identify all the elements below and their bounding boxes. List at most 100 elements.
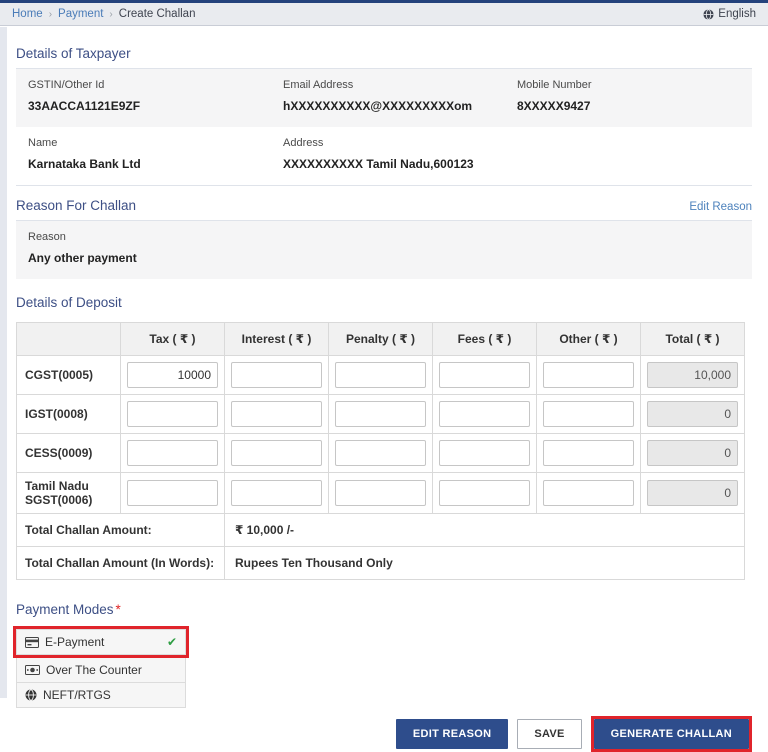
cess-interest-input[interactable] [231, 440, 322, 466]
mobile-field: Mobile Number 8XXXXX9427 [517, 79, 740, 113]
payment-mode-label: E-Payment [45, 635, 104, 649]
payment-mode-label: NEFT/RTGS [43, 688, 111, 702]
breadcrumb: Home › Payment › Create Challan [12, 8, 195, 20]
epayment-annotation-box: E-Payment ✔ [13, 626, 189, 658]
cgst-interest-input[interactable] [231, 362, 322, 388]
email-field: Email Address hXXXXXXXXXX@XXXXXXXXXom [283, 79, 517, 113]
edit-reason-link[interactable]: Edit Reason [689, 201, 752, 213]
igst-tax-input[interactable] [127, 401, 218, 427]
igst-other-input[interactable] [543, 401, 634, 427]
reason-section-header: Reason For Challan Edit Reason [16, 198, 752, 221]
page-left-gutter [0, 27, 7, 698]
banknote-icon [25, 665, 40, 675]
breadcrumb-home[interactable]: Home [12, 8, 43, 20]
cess-tax-input[interactable] [127, 440, 218, 466]
igst-fees-input[interactable] [439, 401, 530, 427]
name-field: Name Karnataka Bank Ltd [28, 137, 283, 171]
sgst-tax-input[interactable] [127, 480, 218, 506]
deposit-row-cgst: CGST(0005) [17, 356, 745, 395]
deposit-row-igst: IGST(0008) [17, 395, 745, 434]
row-label-igst: IGST(0008) [17, 395, 121, 434]
breadcrumb-current: Create Challan [119, 8, 196, 20]
payment-mode-neft-rtgs[interactable]: NEFT/RTGS [16, 682, 186, 708]
taxpayer-panel: GSTIN/Other Id 33AACCA1121E9ZF Email Add… [16, 69, 752, 127]
globe-icon [703, 9, 714, 20]
cgst-tax-input[interactable] [127, 362, 218, 388]
name-value: Karnataka Bank Ltd [28, 157, 283, 171]
sgst-other-input[interactable] [543, 480, 634, 506]
gstin-field: GSTIN/Other Id 33AACCA1121E9ZF [28, 79, 283, 113]
col-header-interest: Interest ( ₹ ) [225, 323, 329, 356]
generate-challan-button[interactable]: GENERATE CHALLAN [594, 719, 749, 749]
name-label: Name [28, 137, 283, 149]
payment-mode-epayment[interactable]: E-Payment ✔ [16, 629, 186, 655]
credit-card-icon [25, 637, 39, 648]
total-amount-row: Total Challan Amount: ₹ 10,000 /- [17, 514, 745, 547]
required-asterisk: * [116, 602, 121, 617]
language-label: English [718, 8, 756, 20]
address-field: Address XXXXXXXXXX Tamil Nadu,600123 [283, 137, 517, 171]
footer-actions: EDIT REASON SAVE GENERATE CHALLAN [16, 716, 752, 752]
payment-mode-label: Over The Counter [46, 663, 142, 677]
reason-value: Any other payment [28, 251, 740, 265]
total-amount-label: Total Challan Amount: [17, 514, 225, 547]
igst-total-output [647, 401, 738, 427]
cess-fees-input[interactable] [439, 440, 530, 466]
payment-mode-list: E-Payment ✔ Over The Counter NEFT/RTGS [16, 626, 196, 708]
cess-total-output [647, 440, 738, 466]
cgst-total-output [647, 362, 738, 388]
breadcrumb-separator: › [109, 9, 112, 20]
selected-check-icon: ✔ [167, 635, 177, 649]
cgst-other-input[interactable] [543, 362, 634, 388]
deposit-table: Tax ( ₹ ) Interest ( ₹ ) Penalty ( ₹ ) F… [16, 322, 745, 580]
row-label-cgst: CGST(0005) [17, 356, 121, 395]
cgst-penalty-input[interactable] [335, 362, 426, 388]
gstin-value: 33AACCA1121E9ZF [28, 99, 283, 113]
breadcrumb-separator: › [49, 9, 52, 20]
mobile-value: 8XXXXX9427 [517, 99, 740, 113]
section-title-deposit: Details of Deposit [16, 295, 752, 310]
mobile-label: Mobile Number [517, 79, 740, 91]
email-value: hXXXXXXXXXX@XXXXXXXXXom [283, 99, 517, 113]
address-label: Address [283, 137, 517, 149]
col-header-blank [17, 323, 121, 356]
col-header-total: Total ( ₹ ) [641, 323, 745, 356]
breadcrumb-bar: Home › Payment › Create Challan English [0, 3, 768, 26]
breadcrumb-payment[interactable]: Payment [58, 8, 103, 20]
total-words-row: Total Challan Amount (In Words): Rupees … [17, 547, 745, 580]
sgst-penalty-input[interactable] [335, 480, 426, 506]
deposit-row-cess: CESS(0009) [17, 434, 745, 473]
total-words-label: Total Challan Amount (In Words): [17, 547, 225, 580]
section-title-reason: Reason For Challan [16, 198, 136, 213]
save-button[interactable]: SAVE [517, 719, 581, 749]
cess-penalty-input[interactable] [335, 440, 426, 466]
taxpayer-name-row: Name Karnataka Bank Ltd Address XXXXXXXX… [16, 127, 752, 186]
section-title-taxpayer: Details of Taxpayer [16, 46, 752, 69]
email-label: Email Address [283, 79, 517, 91]
col-header-other: Other ( ₹ ) [537, 323, 641, 356]
sgst-interest-input[interactable] [231, 480, 322, 506]
igst-interest-input[interactable] [231, 401, 322, 427]
igst-penalty-input[interactable] [335, 401, 426, 427]
edit-reason-button[interactable]: EDIT REASON [396, 719, 508, 749]
gstin-label: GSTIN/Other Id [28, 79, 283, 91]
sgst-total-output [647, 480, 738, 506]
section-title-payment-modes: Payment Modes* [16, 602, 752, 617]
generate-challan-annotation-box: GENERATE CHALLAN [591, 716, 752, 752]
sgst-fees-input[interactable] [439, 480, 530, 506]
row-label-cess: CESS(0009) [17, 434, 121, 473]
cess-other-input[interactable] [543, 440, 634, 466]
total-amount-value: ₹ 10,000 /- [225, 514, 745, 547]
col-header-penalty: Penalty ( ₹ ) [329, 323, 433, 356]
reason-label: Reason [28, 231, 740, 243]
address-value: XXXXXXXXXX Tamil Nadu,600123 [283, 157, 517, 171]
payment-mode-over-the-counter[interactable]: Over The Counter [16, 657, 186, 683]
reason-panel: Reason Any other payment [16, 221, 752, 279]
deposit-header-row: Tax ( ₹ ) Interest ( ₹ ) Penalty ( ₹ ) F… [17, 323, 745, 356]
total-words-value: Rupees Ten Thousand Only [225, 547, 745, 580]
col-header-fees: Fees ( ₹ ) [433, 323, 537, 356]
create-challan-page: Details of Taxpayer GSTIN/Other Id 33AAC… [0, 46, 768, 752]
language-selector[interactable]: English [703, 8, 756, 20]
deposit-row-sgst: Tamil Nadu SGST(0006) [17, 473, 745, 514]
cgst-fees-input[interactable] [439, 362, 530, 388]
